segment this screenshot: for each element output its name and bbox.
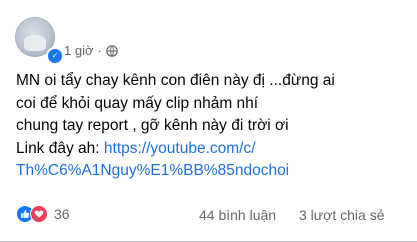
reactions-summary[interactable]: 36 — [16, 205, 70, 223]
link-line-continued: Th%C6%A1Nguy%E1%BB%85ndochoi — [16, 160, 408, 183]
link-line: Link đây ah: https://youtube.com/c/ — [16, 138, 408, 161]
love-icon — [30, 205, 48, 223]
youtube-link[interactable]: https://youtube.com/c/ — [104, 140, 256, 157]
meta-separator: · — [97, 43, 102, 58]
comments-count[interactable]: 44 bình luận — [199, 207, 276, 223]
post-text-line: MN oi tẩy chay kênh con điên này đị ...đ… — [16, 72, 335, 89]
post-timestamp[interactable]: 1 giờ — [64, 43, 94, 58]
youtube-link-continued[interactable]: Th%C6%A1Nguy%E1%BB%85ndochoi — [16, 162, 289, 179]
post-footer: 36 44 bình luận 3 lượt chia sẻ — [16, 205, 408, 227]
reaction-count: 36 — [54, 206, 70, 222]
globe-icon — [106, 44, 118, 57]
post-card: ✓ 1 giờ · MN oi tẩy chay kênh con điên n… — [0, 0, 417, 242]
shares-count[interactable]: 3 lượt chia sẻ — [299, 207, 384, 223]
post-text-line: chung tay report , gỡ kênh này đi trời ơ… — [16, 117, 289, 134]
post-text-line: coi để khỏi quay mấy clip nhảm nhí — [16, 94, 259, 112]
post-meta: 1 giờ · — [64, 43, 118, 58]
verified-badge-icon: ✓ — [46, 47, 64, 65]
post-body: MN oi tẩy chay kênh con điên này đị ...đ… — [16, 70, 408, 183]
link-prefix: Link đây ah: — [16, 139, 104, 157]
